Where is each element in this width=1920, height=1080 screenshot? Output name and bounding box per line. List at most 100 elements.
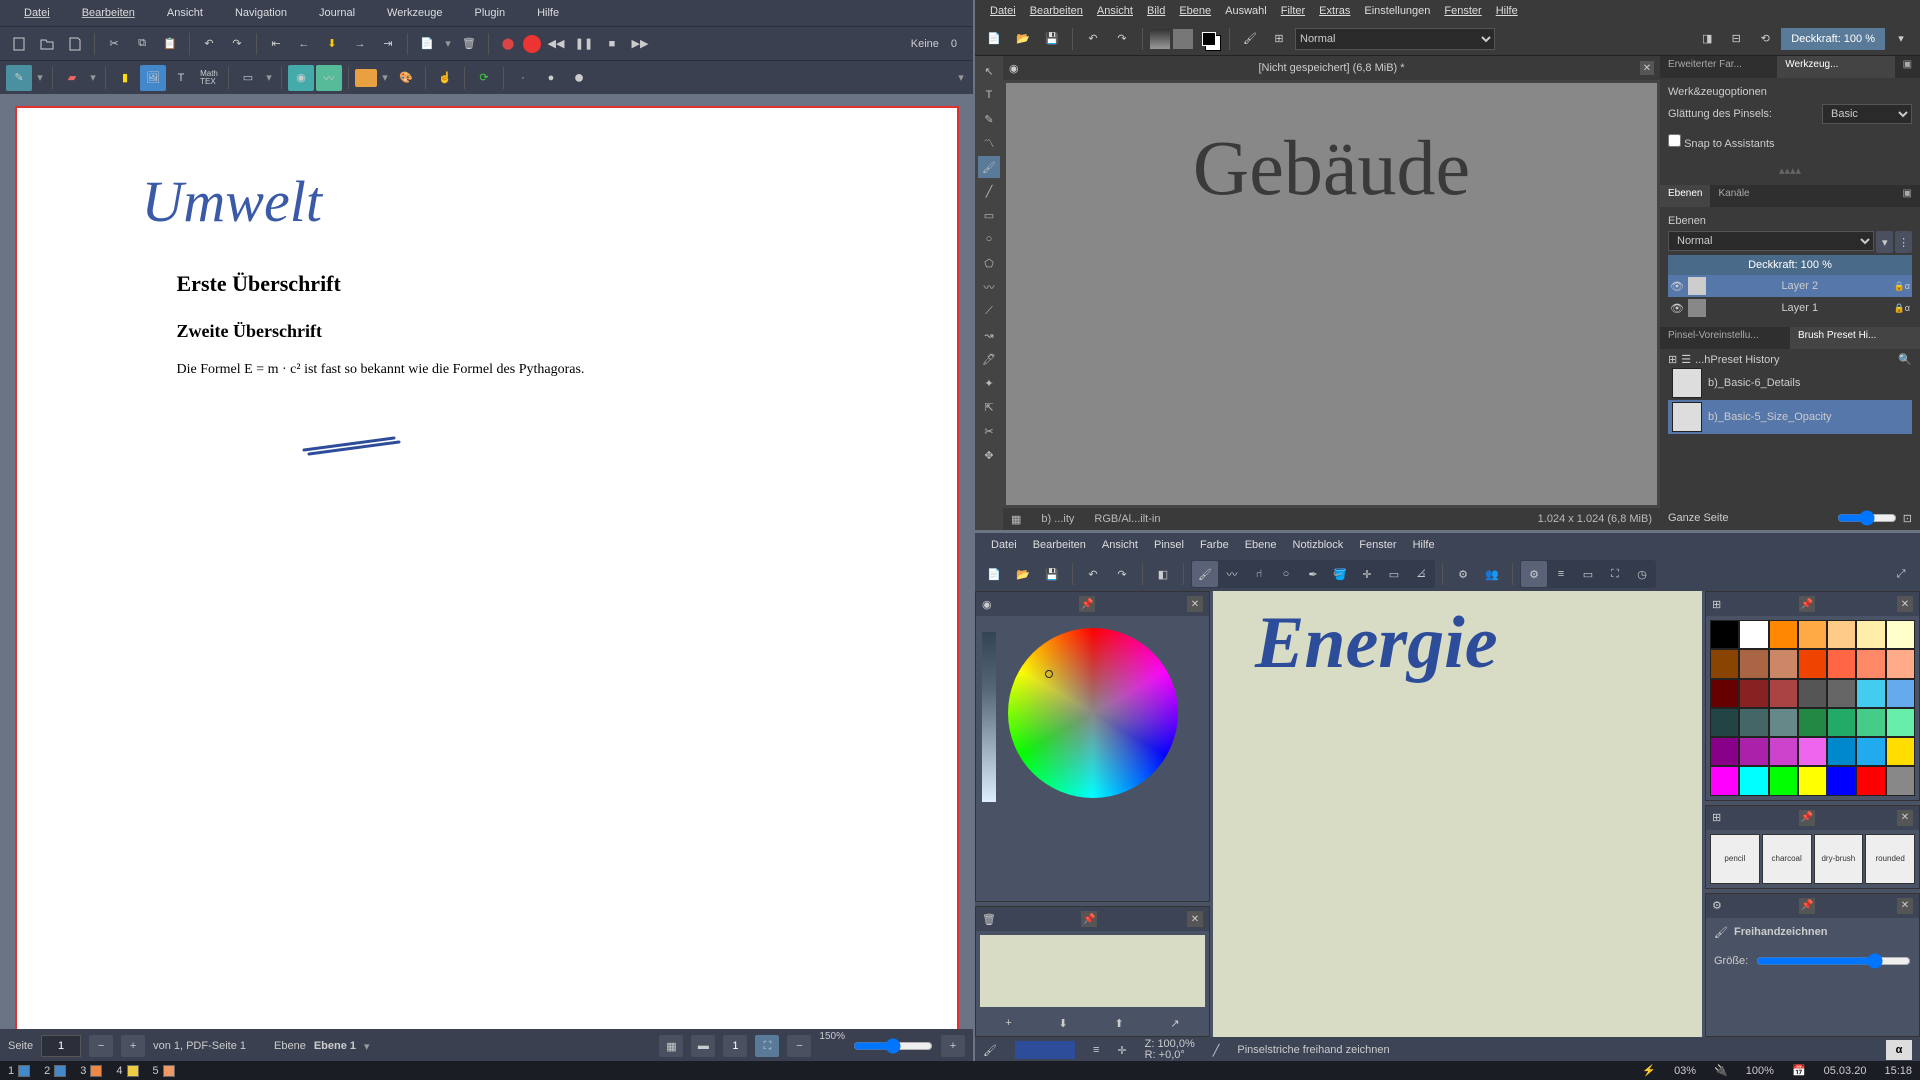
k-bezier-tool-icon[interactable]: ⟋: [978, 300, 1000, 322]
image-tool-icon[interactable]: 🖼: [140, 65, 166, 91]
m-swatchpanel-close-icon[interactable]: ✕: [1187, 911, 1203, 927]
color-orange-icon[interactable]: [355, 69, 377, 87]
palette-swatch[interactable]: [1886, 679, 1915, 708]
add-page-icon[interactable]: 📄: [414, 31, 440, 57]
palette-swatch[interactable]: [1739, 679, 1768, 708]
k-layers-tab[interactable]: Ebenen: [1660, 185, 1710, 207]
text-tool-icon[interactable]: T: [168, 65, 194, 91]
k-layer2-lock-icons[interactable]: 🔒α: [1894, 281, 1910, 292]
palette-swatch[interactable]: [1827, 620, 1856, 649]
m-frame-tool-icon[interactable]: ▭: [1381, 561, 1407, 587]
stroke-med-icon[interactable]: ●: [538, 65, 564, 91]
k-polygon-tool-icon[interactable]: ⬠: [978, 252, 1000, 274]
m-line-tool-icon[interactable]: 〰: [1219, 561, 1245, 587]
k-collapse-icon[interactable]: ▴▴▴▴: [1668, 164, 1912, 177]
pen-dropdown[interactable]: ▾: [34, 71, 46, 84]
m-menu-hilfe[interactable]: Hilfe: [1405, 536, 1443, 554]
m-view-preview-icon[interactable]: ⛶: [1602, 561, 1628, 587]
m-colorpanel-close-icon[interactable]: ✕: [1187, 596, 1203, 612]
snapshot-icon[interactable]: ⬤: [495, 31, 521, 57]
menu-navigation[interactable]: Navigation: [219, 3, 303, 23]
palette-swatch[interactable]: [1710, 737, 1739, 766]
k-dynamic-brush-icon[interactable]: 🖊: [978, 348, 1000, 370]
palette-swatch[interactable]: [1856, 679, 1885, 708]
k-redo-icon[interactable]: ↷: [1109, 26, 1135, 52]
k-layer-opacity-slider[interactable]: Deckkraft: 100 %: [1668, 255, 1912, 275]
palette-swatch[interactable]: [1739, 620, 1768, 649]
k-channels-tab[interactable]: Kanäle: [1710, 185, 1757, 207]
palette-swatch[interactable]: [1856, 737, 1885, 766]
palette-swatch[interactable]: [1710, 649, 1739, 678]
undo-icon[interactable]: ↶: [196, 31, 222, 57]
m-symmetry-tool-icon[interactable]: ⦞: [1408, 561, 1434, 587]
k-brush-preset-1[interactable]: b)_Basic-6_Details: [1668, 366, 1912, 400]
workspace-3[interactable]: 3: [80, 1065, 102, 1077]
workspace-1[interactable]: 1: [8, 1065, 30, 1077]
stop-icon[interactable]: ■: [599, 31, 625, 57]
record-icon[interactable]: [523, 35, 541, 53]
m-picker-tool-icon[interactable]: ✛: [1354, 561, 1380, 587]
palette-swatch[interactable]: [1827, 679, 1856, 708]
palette-swatch[interactable]: [1769, 708, 1798, 737]
m-eraser-icon[interactable]: ◧: [1150, 561, 1176, 587]
palette-swatch[interactable]: [1798, 737, 1827, 766]
k-menu-extras[interactable]: Extras: [1312, 3, 1357, 19]
k-layer1-lock-icons[interactable]: 🔒α: [1894, 303, 1910, 314]
add-page-dropdown[interactable]: ▾: [442, 37, 454, 50]
shape-circle-icon[interactable]: ◉: [288, 65, 314, 91]
goto-end-icon[interactable]: ⇥: [375, 31, 401, 57]
zoom-out-button[interactable]: −: [787, 1035, 811, 1057]
palette-swatch[interactable]: [1710, 708, 1739, 737]
shape-stroke-icon[interactable]: 〰: [316, 65, 342, 91]
pen-tool-icon[interactable]: ✎: [6, 65, 32, 91]
palette-swatch[interactable]: [1798, 649, 1827, 678]
k-line-tool-icon[interactable]: ╱: [978, 180, 1000, 202]
m-picker-icon[interactable]: ✛: [1117, 1044, 1126, 1057]
m-color-wheel[interactable]: [1008, 628, 1178, 798]
palette-swatch[interactable]: [1798, 620, 1827, 649]
cut-icon[interactable]: ✂: [101, 31, 127, 57]
m-menu-fenster[interactable]: Fenster: [1351, 536, 1404, 554]
palette-swatch[interactable]: [1827, 708, 1856, 737]
k-layer-filter-icon[interactable]: ▾: [1876, 231, 1893, 253]
open-icon[interactable]: [34, 31, 60, 57]
k-layer-blend-select[interactable]: Normal: [1668, 231, 1874, 251]
view-presentation-icon[interactable]: ▬: [691, 1035, 715, 1057]
k-brush-preset-icon[interactable]: 🖌: [1237, 26, 1263, 52]
m-palette-close-icon[interactable]: ✕: [1897, 596, 1913, 612]
k-rect-tool-icon[interactable]: ▭: [978, 204, 1000, 226]
palette-swatch[interactable]: [1886, 620, 1915, 649]
new-file-icon[interactable]: [6, 31, 32, 57]
k-move-layer-icon[interactable]: ✥: [978, 444, 1000, 466]
k-selection-icon[interactable]: ▦: [1011, 513, 1021, 526]
m-color-palette[interactable]: [1706, 616, 1919, 800]
k-docker-close-icon[interactable]: ▣: [1895, 56, 1920, 78]
palette-swatch[interactable]: [1886, 766, 1915, 795]
k-layer-menu-icon[interactable]: ⋮: [1895, 231, 1912, 253]
m-view-history-icon[interactable]: ◷: [1629, 561, 1655, 587]
palette-swatch[interactable]: [1856, 620, 1885, 649]
menu-plugin[interactable]: Plugin: [458, 3, 521, 23]
k-undo-icon[interactable]: ↶: [1080, 26, 1106, 52]
palette-swatch[interactable]: [1856, 766, 1885, 795]
palette-swatch[interactable]: [1769, 766, 1798, 795]
m-view-layers-icon[interactable]: ≡: [1548, 561, 1574, 587]
k-preset-grid-icon[interactable]: ⊞: [1668, 353, 1677, 366]
last-page-icon[interactable]: →: [347, 31, 373, 57]
palette-swatch[interactable]: [1739, 649, 1768, 678]
m-toolopt-close-icon[interactable]: ✕: [1897, 898, 1913, 914]
page-prev-button[interactable]: −: [89, 1035, 113, 1057]
k-snap-checkbox[interactable]: [1668, 134, 1681, 147]
layers-dropdown-label[interactable]: Keine: [911, 38, 939, 50]
m-menu-pinsel[interactable]: Pinsel: [1146, 536, 1192, 554]
m-brushpanel-pin-icon[interactable]: 📌: [1799, 810, 1815, 826]
palette-swatch[interactable]: [1798, 766, 1827, 795]
zoom-slider[interactable]: [853, 1035, 933, 1057]
palette-swatch[interactable]: [1739, 708, 1768, 737]
k-crop-tool-icon[interactable]: ✂: [978, 420, 1000, 442]
highlighter-icon[interactable]: ▮: [112, 65, 138, 91]
m-redo-icon[interactable]: ↷: [1109, 561, 1135, 587]
palette-swatch[interactable]: [1769, 620, 1798, 649]
k-document-tab[interactable]: ◉ [Nicht gespeichert] (6,8 MiB) * ✕: [1003, 56, 1660, 80]
m-save-icon[interactable]: 💾: [1039, 561, 1065, 587]
